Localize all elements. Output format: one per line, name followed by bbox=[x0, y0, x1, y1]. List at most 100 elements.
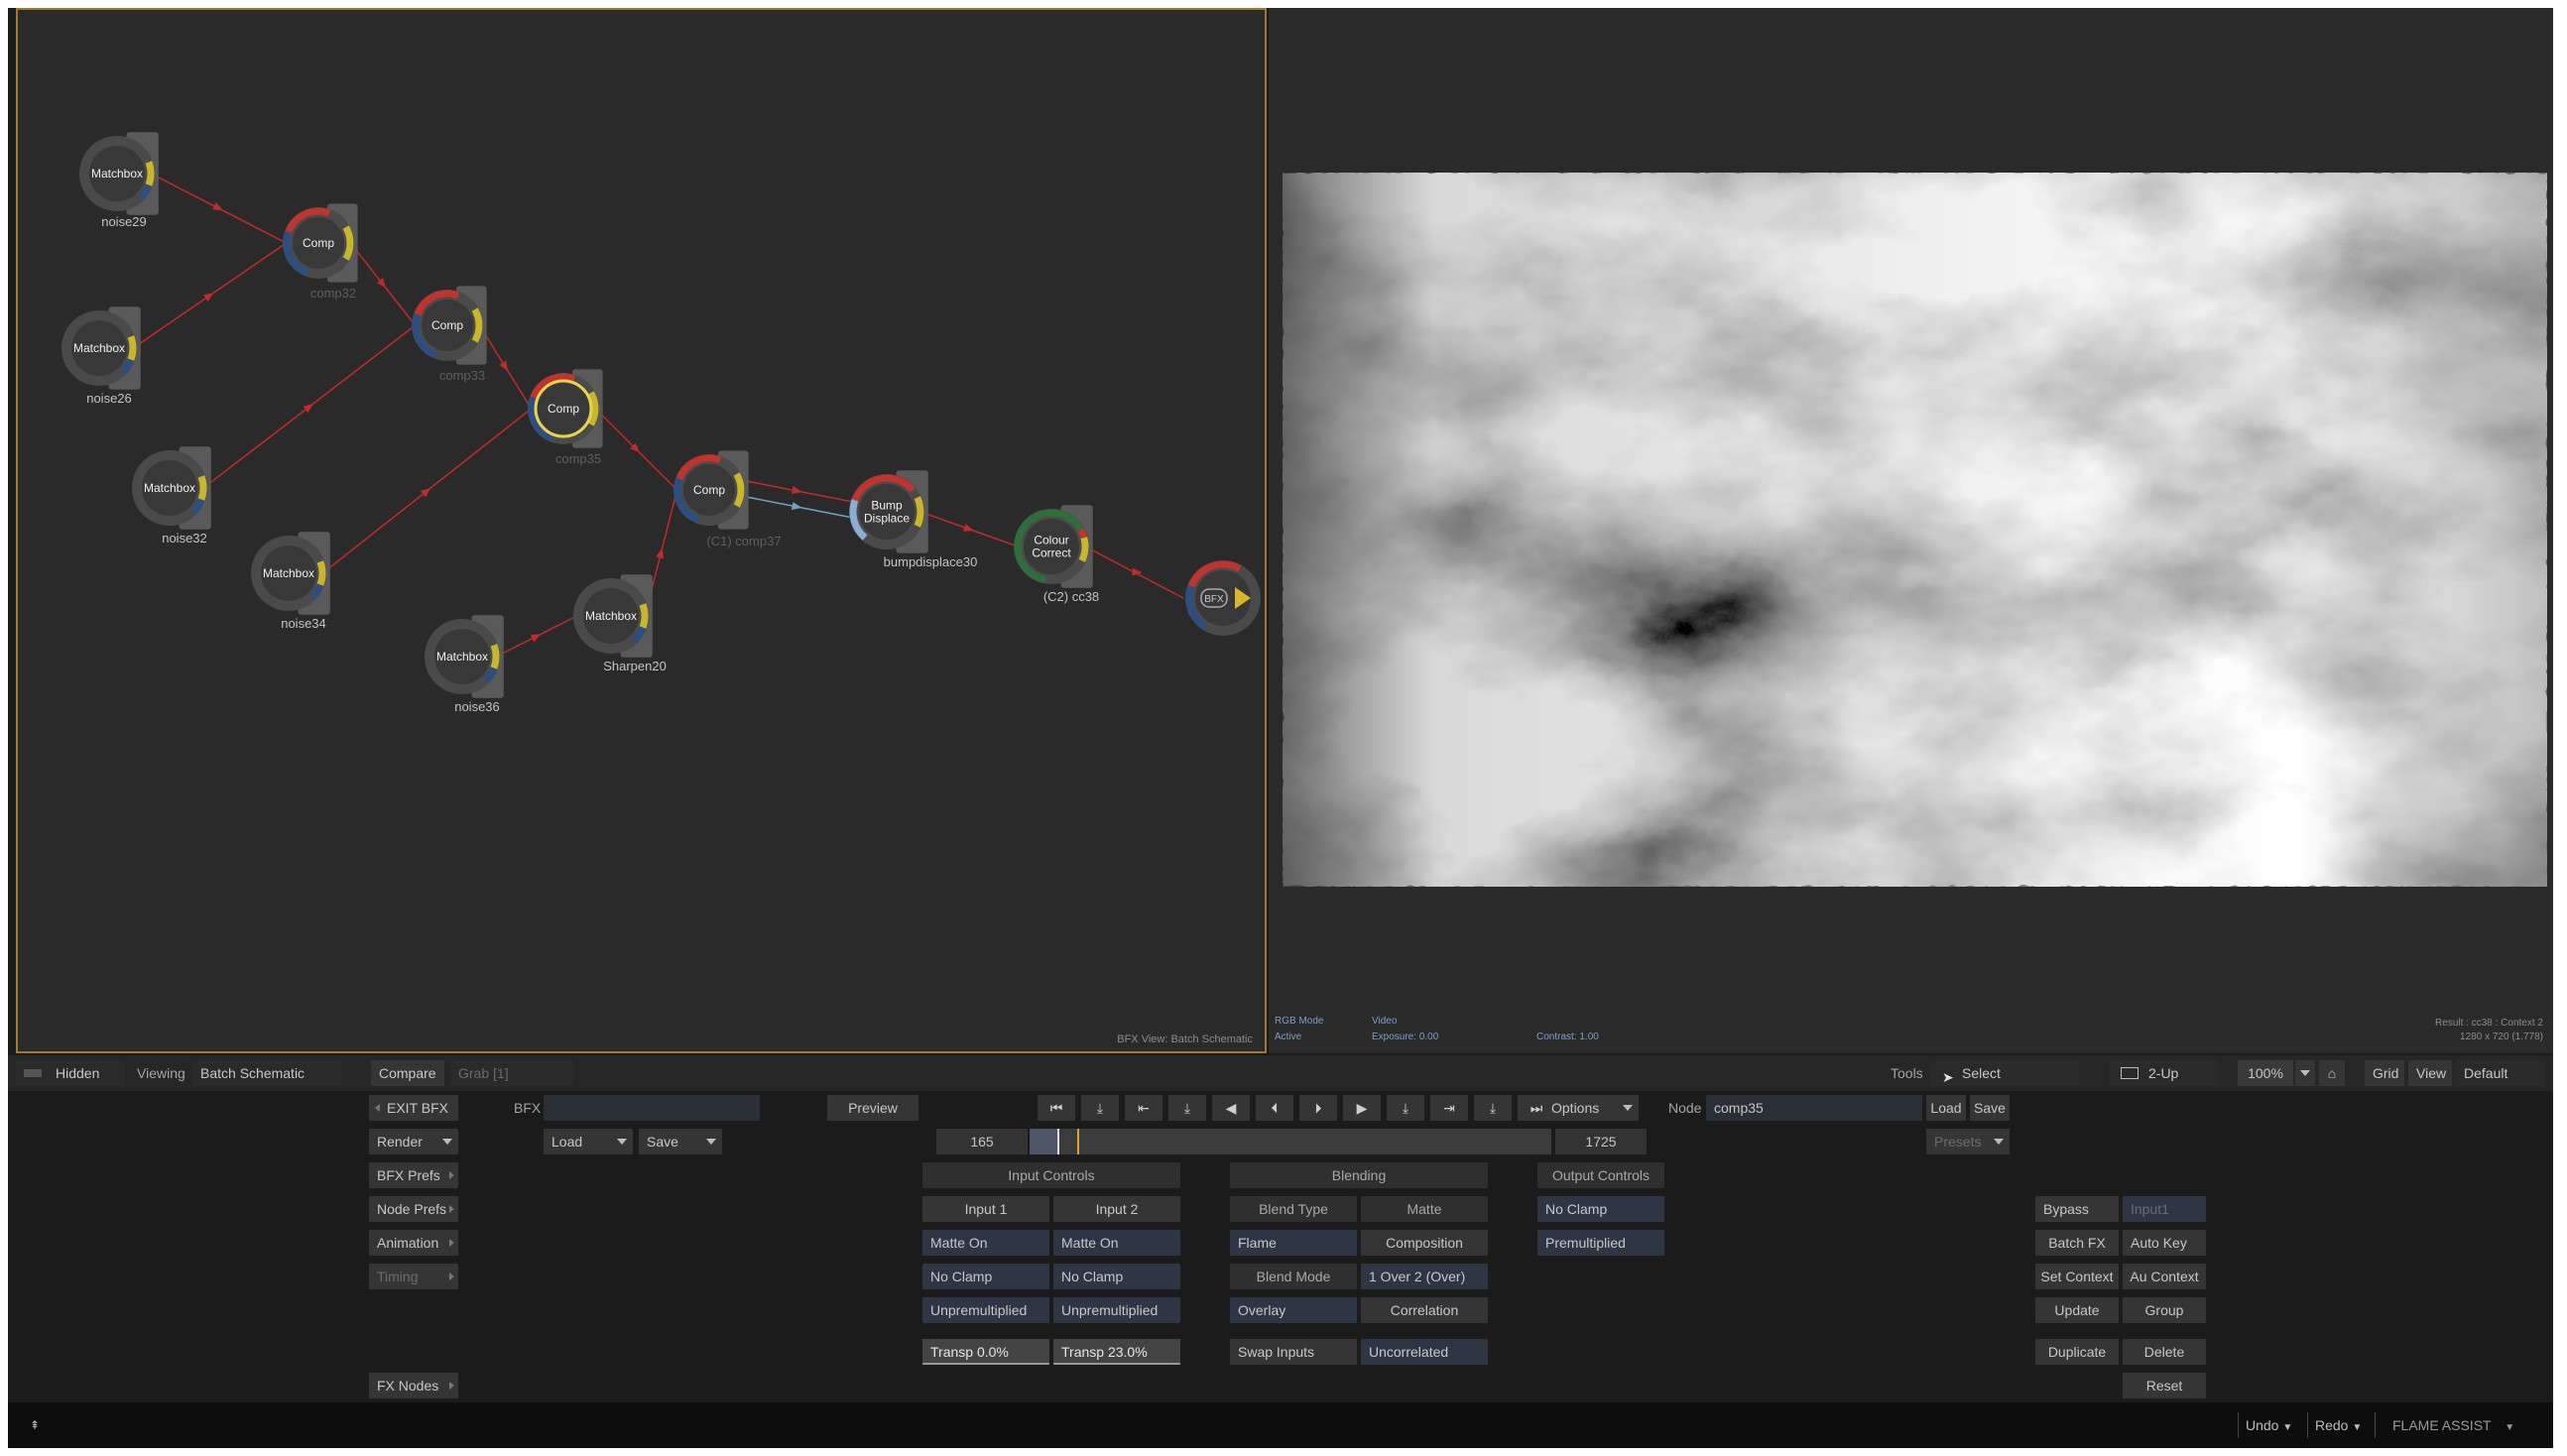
node-load-button[interactable]: Load bbox=[1926, 1095, 1966, 1121]
schematic-node[interactable]: Matchbox Sharpen20 bbox=[573, 574, 667, 673]
divider bbox=[2375, 1412, 2376, 1438]
schematic-node[interactable]: Comp comp32 bbox=[283, 203, 358, 301]
update-button[interactable]: Update bbox=[2035, 1297, 2119, 1323]
no-clamp-2-toggle[interactable]: No Clamp bbox=[1053, 1264, 1180, 1289]
zoom-dropdown[interactable] bbox=[2295, 1060, 2315, 1086]
load-button[interactable]: Load bbox=[544, 1129, 633, 1154]
viewing-select[interactable]: Batch Schematic bbox=[192, 1060, 341, 1086]
zoom-field[interactable]: 100% bbox=[2238, 1060, 2293, 1086]
set-context-button[interactable]: Set Context bbox=[2035, 1264, 2119, 1289]
view-preset-select[interactable]: Default bbox=[2456, 1060, 2545, 1086]
uncorrelated-select[interactable]: Uncorrelated bbox=[1361, 1339, 1488, 1365]
prev-key-button[interactable]: ⤓ bbox=[1168, 1095, 1206, 1121]
schematic-graph[interactable]: Matchbox noise29 Comp comp32 Matchbox noise26… bbox=[18, 10, 1265, 1051]
matte-on-2-toggle[interactable]: Matte On bbox=[1053, 1230, 1180, 1256]
exit-bfx-button[interactable]: EXIT BFX bbox=[369, 1095, 458, 1121]
matte-on-1-toggle[interactable]: Matte On bbox=[922, 1230, 1049, 1256]
viewer-image[interactable] bbox=[1283, 173, 2547, 887]
swap-inputs-button[interactable]: Swap Inputs bbox=[1230, 1339, 1357, 1365]
bypass-button[interactable]: Bypass bbox=[2035, 1196, 2119, 1222]
preview-button[interactable]: Preview bbox=[827, 1095, 918, 1121]
input2-button[interactable]: Input 2 bbox=[1053, 1196, 1180, 1222]
composition-select[interactable]: Composition bbox=[1361, 1230, 1488, 1256]
play-button[interactable]: ▶ bbox=[1343, 1095, 1381, 1121]
bfx-name-field[interactable] bbox=[544, 1095, 760, 1121]
transp-2-slider[interactable]: Transp 23.0% bbox=[1053, 1339, 1180, 1365]
expand-up-icon[interactable]: ⇞ bbox=[30, 1415, 40, 1435]
schematic-node[interactable]: ColourCorrect (C2) cc38 bbox=[1014, 505, 1099, 604]
schematic-node[interactable]: Matchbox noise34 bbox=[251, 532, 330, 631]
play-back-button[interactable]: ◀ bbox=[1212, 1095, 1250, 1121]
auto-key-button[interactable]: Auto Key bbox=[2123, 1230, 2206, 1256]
viewer-panel[interactable]: RGB Mode Active Video Exposure: 0.00 Con… bbox=[1269, 8, 2553, 1053]
no-clamp-1-toggle[interactable]: No Clamp bbox=[922, 1264, 1049, 1289]
compare-button[interactable]: Compare bbox=[371, 1060, 444, 1086]
blend-type-select[interactable]: Flame bbox=[1230, 1230, 1357, 1256]
step-back-button[interactable]: ⏴ bbox=[1256, 1095, 1293, 1121]
step-forward-button[interactable]: ⏵ bbox=[1299, 1095, 1337, 1121]
duplicate-button[interactable]: Duplicate bbox=[2035, 1339, 2119, 1365]
presets-button[interactable]: Presets bbox=[1926, 1129, 2010, 1154]
view-button[interactable]: View bbox=[2408, 1060, 2452, 1086]
batch-schematic[interactable]: Matchbox noise29 Comp comp32 Matchbox noise26… bbox=[16, 8, 1267, 1053]
unpremult-1-toggle[interactable]: Unpremultiplied bbox=[922, 1297, 1049, 1323]
grab-button[interactable]: Grab [1] bbox=[450, 1060, 574, 1086]
fx-nodes-button[interactable]: FX Nodes bbox=[369, 1373, 458, 1398]
bfx-prefs-button[interactable]: BFX Prefs bbox=[369, 1162, 458, 1188]
link-arrow bbox=[499, 360, 509, 372]
group-button[interactable]: Group bbox=[2123, 1297, 2206, 1323]
start-frame-field[interactable]: 165 bbox=[936, 1129, 1028, 1154]
animation-button[interactable]: Animation bbox=[369, 1230, 458, 1256]
schematic-node[interactable]: Matchbox noise26 bbox=[61, 306, 141, 406]
node-name-field[interactable]: comp35 bbox=[1706, 1095, 1922, 1121]
go-start-button[interactable]: ⏮ bbox=[1038, 1095, 1075, 1121]
select-tool-button[interactable]: ➤ Select bbox=[1930, 1060, 2079, 1086]
undo-button[interactable]: Undo ▼ bbox=[2246, 1415, 2292, 1435]
au-context-button[interactable]: Au Context bbox=[2123, 1264, 2206, 1289]
schematic-node[interactable]: Matchbox noise29 bbox=[79, 132, 159, 229]
output-no-clamp-toggle[interactable]: No Clamp bbox=[1537, 1196, 1664, 1222]
end-frame-field[interactable]: 1725 bbox=[1555, 1129, 1647, 1154]
home-button[interactable]: ⌂ bbox=[2319, 1060, 2345, 1086]
unpremult-2-toggle[interactable]: Unpremultiplied bbox=[1053, 1297, 1180, 1323]
node-name-label: (C2) cc38 bbox=[1043, 589, 1099, 604]
timeline-bar[interactable] bbox=[1030, 1129, 1551, 1154]
bfx-output-node[interactable]: BFX bbox=[1185, 560, 1261, 636]
reset-button[interactable]: Reset bbox=[2123, 1373, 2206, 1398]
overlay-select[interactable]: Overlay bbox=[1230, 1297, 1357, 1323]
schematic-node[interactable]: Comp comp35 bbox=[528, 369, 603, 466]
node-label: Node bbox=[1668, 1100, 1702, 1116]
schematic-node[interactable]: Comp (C1) comp37 bbox=[673, 450, 782, 548]
schematic-node[interactable]: Matchbox noise36 bbox=[425, 615, 504, 714]
mark-out-button[interactable]: ⇥ bbox=[1430, 1095, 1468, 1121]
schematic-node[interactable]: BumpDisplace bumpdisplace30 bbox=[849, 470, 977, 569]
step-key-forward-button[interactable]: ⤓ bbox=[1474, 1095, 1512, 1121]
save-button[interactable]: Save bbox=[639, 1129, 722, 1154]
transp-1-slider[interactable]: Transp 0.0% bbox=[922, 1339, 1049, 1365]
render-button[interactable]: Render bbox=[369, 1129, 458, 1154]
mark-in-button[interactable]: ⇤ bbox=[1125, 1095, 1162, 1121]
redo-button[interactable]: Redo ▼ bbox=[2315, 1415, 2362, 1435]
blend-mode-select[interactable]: 1 Over 2 (Over) bbox=[1361, 1264, 1488, 1289]
app-menu[interactable]: FLAME ASSIST ▼ bbox=[2392, 1415, 2514, 1435]
hidden-button[interactable]: Hidden bbox=[16, 1060, 125, 1086]
grid-button[interactable]: Grid bbox=[2365, 1060, 2404, 1086]
current-frame-marker[interactable] bbox=[1077, 1129, 1079, 1154]
node-save-button[interactable]: Save bbox=[1970, 1095, 2010, 1121]
delete-button[interactable]: Delete bbox=[2123, 1339, 2206, 1365]
timeline-cursor[interactable] bbox=[1057, 1129, 1059, 1154]
step-key-back-button[interactable]: ⤓ bbox=[1081, 1095, 1119, 1121]
options-button[interactable]: Options bbox=[1543, 1095, 1639, 1121]
timing-button[interactable]: Timing bbox=[369, 1264, 458, 1289]
schematic-node[interactable]: Comp comp33 bbox=[412, 286, 487, 383]
node-type-label: Matchbox bbox=[585, 609, 637, 623]
input1-select[interactable]: Input1 bbox=[2123, 1196, 2206, 1222]
layout-2up-button[interactable]: 2-Up bbox=[2109, 1060, 2218, 1086]
premultiplied-toggle[interactable]: Premultiplied bbox=[1537, 1230, 1664, 1256]
next-key-button[interactable]: ⤓ bbox=[1387, 1095, 1424, 1121]
correlation-select[interactable]: Correlation bbox=[1361, 1297, 1488, 1323]
input1-button[interactable]: Input 1 bbox=[922, 1196, 1049, 1222]
schematic-node[interactable]: Matchbox noise32 bbox=[132, 446, 211, 546]
batch-fx-button[interactable]: Batch FX bbox=[2035, 1230, 2119, 1256]
node-prefs-button[interactable]: Node Prefs bbox=[369, 1196, 458, 1222]
